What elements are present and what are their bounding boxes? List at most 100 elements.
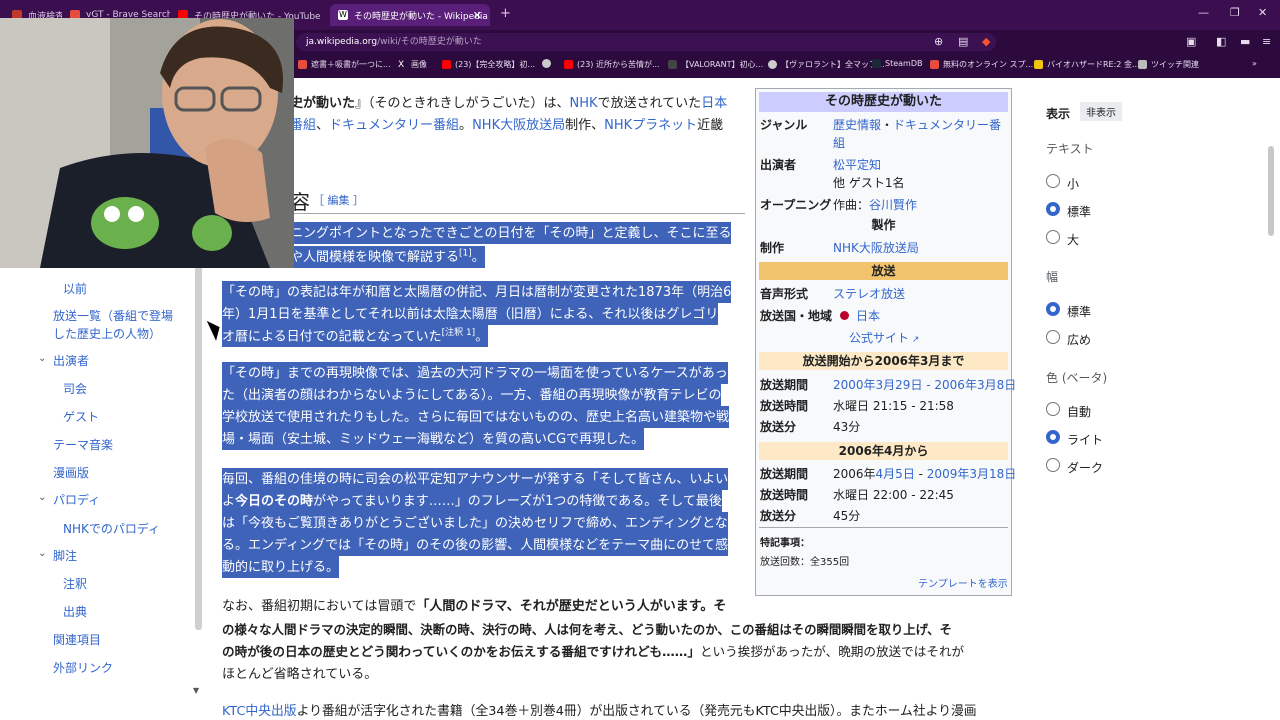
wikipedia-icon: W	[338, 10, 348, 20]
toc-item[interactable]: 外部リンク	[53, 659, 113, 676]
link-nhk-osaka[interactable]: NHK大阪放送局	[472, 118, 565, 133]
brave-shield-icon[interactable]: ◆	[982, 35, 990, 48]
radio-text-large[interactable]	[1046, 230, 1060, 244]
link-cast[interactable]: 松平定知	[833, 156, 881, 173]
link-period[interactable]: 2000年3月29日 - 2006年3月8日	[833, 376, 1016, 393]
infobox-value: 放送回数：全355回	[760, 557, 850, 568]
tab-wikipedia[interactable]: W その時歴史が動いた - Wikipedia ✕	[330, 4, 490, 26]
bookmark-item[interactable]: (23) 近所から苦情が...	[564, 59, 660, 70]
section-divider	[290, 213, 745, 214]
toc-item[interactable]: テーマ音楽	[53, 436, 113, 453]
close-window-icon[interactable]: ✕	[1258, 6, 1267, 19]
radio-width-standard[interactable]	[1046, 302, 1060, 316]
bookmark-item[interactable]: SteamDB	[872, 59, 922, 68]
bookmark-favicon-icon	[298, 60, 307, 69]
reader-icon[interactable]: ▤	[958, 35, 968, 48]
maximize-icon[interactable]: ❐	[1230, 6, 1240, 19]
radio-label: ダーク	[1067, 461, 1104, 475]
infobox-label: 放送分	[760, 509, 797, 523]
link-audio[interactable]: ステレオ放送	[833, 285, 905, 302]
citation-link[interactable]: [1]	[459, 249, 472, 259]
bookmark-favicon-icon	[668, 60, 677, 69]
link-genre[interactable]: 組	[833, 134, 845, 151]
url-field[interactable]: ja.wikipedia.org/wiki/その時歴史が動いた	[296, 33, 996, 51]
toc-item[interactable]: 関連項目	[53, 631, 101, 648]
more-bookmarks-icon[interactable]: »	[1252, 59, 1257, 68]
scroll-down-icon[interactable]: ▼	[193, 686, 199, 695]
infobox-value: 45分	[833, 509, 861, 523]
link-country[interactable]: 日本	[856, 309, 880, 323]
bookmark-item[interactable]: 【VALORANT】初心...	[668, 59, 763, 70]
radio-label: 自動	[1067, 405, 1092, 419]
sidebar-toggle-icon[interactable]: ▣	[1186, 35, 1196, 48]
toc-item[interactable]: 漫画版	[53, 464, 89, 481]
menu-icon[interactable]: ≡	[1262, 35, 1271, 48]
toc-item[interactable]: パロディ	[53, 491, 100, 508]
footnote-link[interactable]: [注釈 1]	[442, 328, 476, 338]
radio-width-wide[interactable]	[1046, 330, 1060, 344]
radio-color-light[interactable]	[1046, 430, 1060, 444]
bookmark-item[interactable]	[542, 59, 555, 68]
webcam-figure	[0, 18, 294, 268]
zoom-icon[interactable]: ⊕	[934, 35, 943, 48]
hide-button[interactable]: 非表示	[1080, 102, 1122, 121]
link-composer[interactable]: 谷川賢作	[869, 198, 917, 212]
infobox-label: 放送期間	[760, 467, 809, 481]
bookmark-favicon-icon	[768, 60, 777, 69]
link-producer[interactable]: NHK大阪放送局	[833, 239, 919, 256]
link-date[interactable]: 4月5日	[876, 467, 915, 481]
section-label: テキスト	[1046, 142, 1094, 156]
edit-link[interactable]: ［ 編集 ］	[313, 192, 364, 208]
link-genre[interactable]: ドキュメンタリー番	[893, 118, 1001, 132]
toc-item[interactable]: NHKでのパロディ	[63, 520, 160, 537]
radio-label: 小	[1067, 177, 1080, 191]
link-nhk[interactable]: NHK	[570, 96, 598, 111]
link-ktc[interactable]: KTC中央出版	[222, 704, 297, 719]
bookmark-favicon-icon	[930, 60, 939, 69]
radio-color-dark[interactable]	[1046, 458, 1060, 472]
toc-item[interactable]: 出演者	[53, 352, 89, 369]
chevron-down-icon[interactable]: ⌄	[38, 492, 46, 503]
toc-item[interactable]: 放送一覧（番組で登場	[53, 307, 173, 324]
new-tab-icon[interactable]: +	[500, 6, 511, 21]
infobox-section-header: 放送開始から2006年3月まで	[759, 352, 1008, 370]
panel-icon[interactable]: ◧	[1216, 35, 1226, 48]
toc-item[interactable]: 以前	[63, 280, 87, 297]
toc-item[interactable]: 出典	[63, 603, 87, 620]
paragraph-1: ニングポイントとなったできごとの日付を「その時」と定義し、そこに至る や人間模様…	[290, 222, 732, 268]
link-japan[interactable]: 日本	[701, 96, 727, 111]
infobox-label: 特記事項：	[760, 538, 810, 549]
radio-text-standard[interactable]	[1046, 202, 1060, 216]
paragraph-6: KTC中央出版より番組が活字化された書籍（全34巻＋別巻4冊）が出版されている（…	[222, 704, 977, 719]
link-genre[interactable]: 歴史情報	[833, 118, 881, 132]
template-link[interactable]: テンプレートを表示	[918, 575, 1008, 590]
bookmark-folder[interactable]: ツイッチ関連	[1138, 59, 1199, 70]
bookmark-item[interactable]: (23)【完全攻略】初...	[442, 59, 535, 70]
link-date[interactable]: 2009年3月18日	[927, 467, 1016, 481]
radio-color-auto[interactable]	[1046, 402, 1060, 416]
bookmark-item[interactable]: X 画像	[398, 59, 427, 70]
chevron-down-icon[interactable]: ⌄	[38, 548, 46, 559]
official-site-link[interactable]: 公式サイト ↗	[849, 329, 919, 346]
toc-item[interactable]: 脚注	[53, 547, 77, 564]
chevron-down-icon[interactable]: ⌄	[38, 353, 46, 364]
toc-item[interactable]: 注釈	[63, 575, 87, 592]
link-documentary[interactable]: ドキュメンタリー番組	[329, 118, 459, 133]
webcam-overlay	[0, 18, 294, 268]
bookmark-item[interactable]: 遮書＋吸書が一つに...	[298, 59, 391, 70]
external-link-icon: ↗	[909, 335, 920, 345]
minimize-icon[interactable]: —	[1198, 6, 1209, 19]
infobox: その時歴史が動いた ジャンル 歴史情報・ドキュメンタリー番 組 出演者 松平定知…	[755, 88, 1016, 596]
bookmark-item[interactable]: 【ヴァロラント】全マップ...	[768, 59, 885, 70]
toc-item[interactable]: 司会	[63, 380, 87, 397]
bookmark-item[interactable]: バイオハザードRE:2 金...	[1034, 59, 1140, 70]
wallet-icon[interactable]: ▬	[1240, 35, 1250, 48]
toc-item[interactable]: した歴史上の人物）	[53, 325, 161, 342]
bookmark-item[interactable]: 無料のオンライン スプ...	[930, 59, 1033, 70]
close-tab-icon[interactable]: ✕	[473, 9, 482, 22]
radio-text-small[interactable]	[1046, 174, 1060, 188]
link-nhk-planet[interactable]: NHKプラネット	[604, 118, 697, 133]
page-scrollbar[interactable]	[1268, 146, 1274, 236]
folder-icon	[1138, 60, 1147, 69]
toc-item[interactable]: ゲスト	[63, 408, 99, 425]
